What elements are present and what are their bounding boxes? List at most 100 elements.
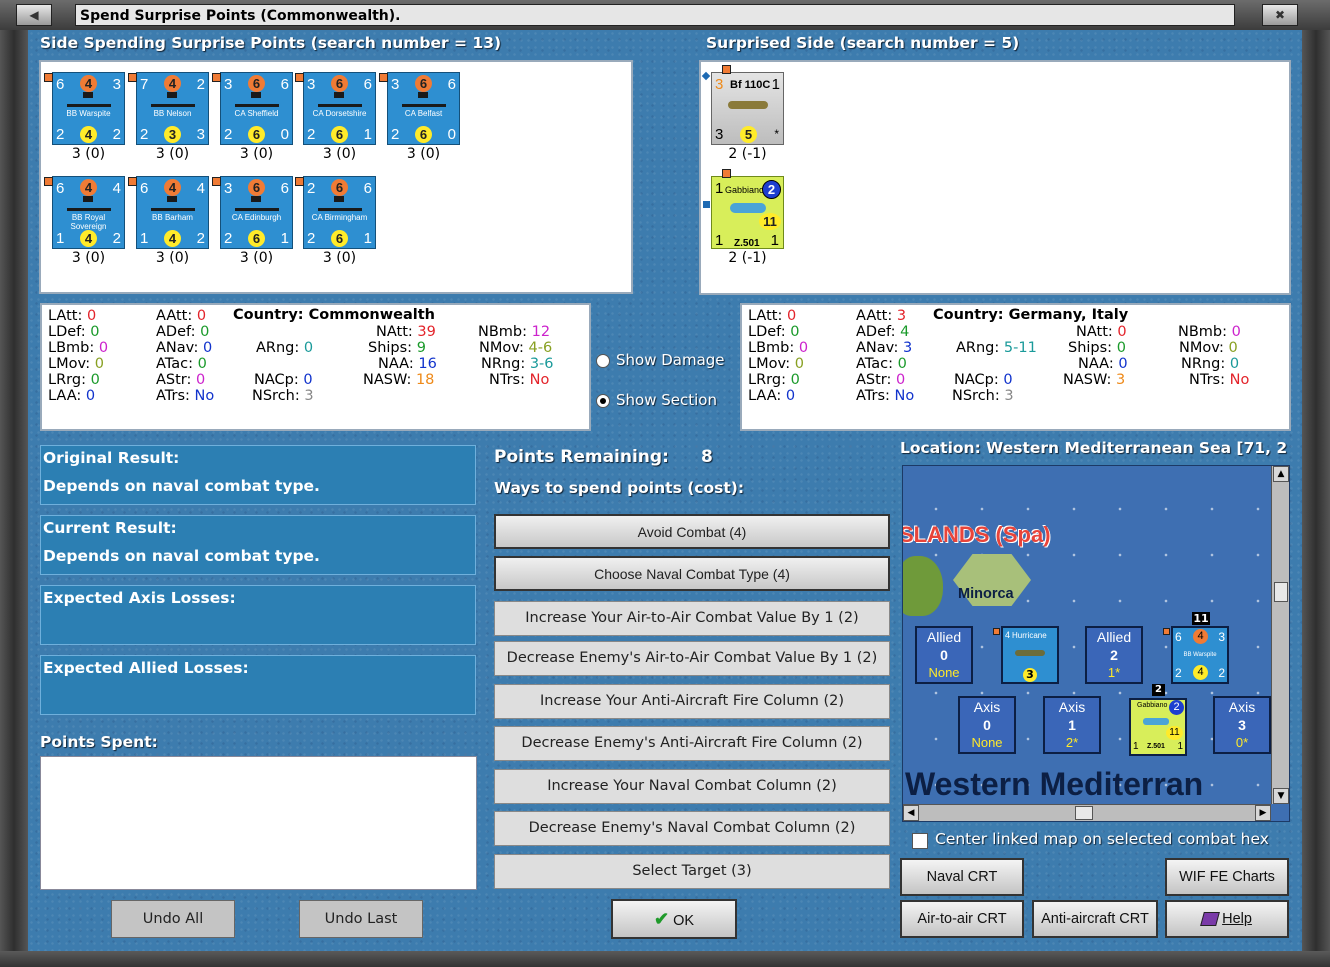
unit-bottom-center: 4 <box>80 126 97 143</box>
unit-counter[interactable]: 2 6 6 CA Birmingham 2 6 1 3 (0) <box>303 176 376 266</box>
unit-bottom-left: 2 <box>224 126 233 143</box>
unit-top-left: 3 <box>224 76 233 93</box>
axis-box[interactable]: Axis 3 0* <box>1213 696 1271 754</box>
unit-top-right: 6 <box>447 76 456 93</box>
system-menu-button[interactable]: ◀ <box>16 4 52 26</box>
show-damage-label[interactable]: Show Damage <box>616 351 725 369</box>
axis-box[interactable]: Axis 1 2* <box>1043 696 1101 754</box>
warspite-bl: 2 <box>1175 666 1182 680</box>
spend-option-button[interactable]: Decrease Enemy's Air-to-Air Combat Value… <box>494 641 890 676</box>
stat-value: 0 <box>1231 324 1241 340</box>
undo-all-button[interactable]: Undo All <box>111 900 235 938</box>
stat-value: 0 <box>200 324 210 340</box>
allied-box[interactable]: Allied 0 None <box>915 626 973 684</box>
unit-counter[interactable]: 6 4 4 BB Royal Sovereign 1 4 2 3 (0) <box>52 176 125 266</box>
hurricane-name: Hurricane <box>1012 631 1047 640</box>
ship-icon <box>151 92 195 107</box>
stat-nacp: NACp: 0 <box>254 372 313 388</box>
stat-ntrs: NTrs: No <box>1189 372 1249 388</box>
spend-option-button[interactable]: Decrease Enemy's Naval Combat Column (2) <box>494 811 890 846</box>
stat-label: ANav: <box>856 340 899 356</box>
unit-counter[interactable]: 3 6 6 CA Sheffield 2 6 0 3 (0) <box>220 72 293 162</box>
unit-counter[interactable]: 3 6 6 CA Belfast 2 6 0 3 (0) <box>387 72 460 162</box>
undo-last-button[interactable]: Undo Last <box>299 900 423 938</box>
show-section-radio[interactable] <box>596 394 610 408</box>
unit-bottom-left: 2 <box>56 126 65 143</box>
spend-option-button[interactable]: Choose Naval Combat Type (4) <box>494 556 890 591</box>
anti-aircraft-crt-button[interactable]: Anti-aircraft CRT <box>1032 900 1158 938</box>
hurricane-counter[interactable]: 4 Hurricane 3 <box>1001 626 1059 684</box>
stat-arng: ARng: 0 <box>256 340 313 356</box>
spend-option-button[interactable]: Select Target (3) <box>494 854 890 889</box>
gabbiano-tc: 2 <box>1169 700 1184 715</box>
stat-value: 0 <box>790 372 800 388</box>
linked-map[interactable]: SLANDS (Spa) Minorca Allied 0 None 4 Hur… <box>902 465 1290 822</box>
center-map-checkbox[interactable] <box>912 833 928 849</box>
help-book-icon <box>1200 912 1220 927</box>
points-spent-list[interactable] <box>40 756 477 890</box>
unit-bottom-right: 0 <box>447 126 456 143</box>
map-horizontal-scrollbar[interactable]: ◀ ▶ <box>903 804 1271 821</box>
unit-counter[interactable]: 6 4 3 BB Warspite 2 4 2 3 (0) <box>52 72 125 162</box>
unit-top-left: 3 <box>224 180 233 197</box>
spend-option-button[interactable]: Decrease Enemy's Anti-Aircraft Fire Colu… <box>494 726 890 761</box>
spend-option-button[interactable]: Increase Your Naval Combat Column (2) <box>494 769 890 804</box>
center-map-label[interactable]: Center linked map on selected combat hex <box>935 830 1269 848</box>
scroll-up-icon[interactable]: ▲ <box>1273 466 1289 482</box>
window-title: Spend Surprise Points (Commonwealth). <box>75 4 1235 26</box>
warspite-tc: 4 <box>1193 629 1208 644</box>
map-vertical-scrollbar[interactable]: ▲ ▼ <box>1271 466 1289 804</box>
stat-aatt: AAtt: 0 <box>156 308 206 324</box>
spend-option-button[interactable]: Increase Your Air-to-Air Combat Value By… <box>494 601 890 636</box>
show-section-label[interactable]: Show Section <box>616 391 717 409</box>
ok-button[interactable]: ✔ OK <box>611 899 737 939</box>
stat-label: LBmb: <box>48 340 95 356</box>
unit-counter[interactable]: 3 6 6 CA Edinburgh 2 6 1 3 (0) <box>220 176 293 266</box>
scroll-left-icon[interactable]: ◀ <box>903 805 919 821</box>
spend-option-button[interactable]: Avoid Combat (4) <box>494 514 890 549</box>
naval-crt-button[interactable]: Naval CRT <box>900 858 1024 896</box>
stat-label: NASW: <box>1063 372 1112 388</box>
stat-atrs: ATrs: No <box>156 388 214 404</box>
close-button[interactable]: ✖ <box>1262 4 1298 26</box>
unit-counter[interactable]: 3 6 6 CA Dorsetshire 2 6 1 3 (0) <box>303 72 376 162</box>
unit-bottom-left: 1 <box>140 230 149 247</box>
unit-gabbiano[interactable]: 1 Gabbiano 2 11 1 Z.501 1 2 (-1) <box>711 176 784 266</box>
vertical-scroll-thumb[interactable] <box>1274 582 1288 602</box>
unit-counter[interactable]: 7 4 2 BB Nelson 2 3 3 3 (0) <box>136 72 209 162</box>
points-remaining-label: Points Remaining: <box>494 447 669 467</box>
ship-icon <box>151 196 195 211</box>
island-shape <box>903 556 943 616</box>
air-to-air-crt-button[interactable]: Air-to-air CRT <box>900 900 1024 938</box>
show-damage-radio[interactable] <box>596 354 610 368</box>
stat-label: AAtt: <box>156 308 193 324</box>
unit-marker <box>722 65 731 74</box>
wif-fe-charts-button[interactable]: WIF FE Charts <box>1165 858 1289 896</box>
gabbiano-counter[interactable]: Gabbiano 2 11 1 Z.501 1 <box>1129 698 1187 756</box>
scroll-right-icon[interactable]: ▶ <box>1255 805 1271 821</box>
warspite-counter[interactable]: 6 4 3 BB Warspite 2 4 2 <box>1171 626 1229 684</box>
unit-bf110c[interactable]: 3 Bf 110C 1 3 5 * 2 (-1) <box>711 72 784 162</box>
stat-value: 3 <box>1004 388 1014 404</box>
stat-atac: ATac: 0 <box>856 356 907 372</box>
stat-value: 16 <box>418 356 437 372</box>
aircraft-icon <box>1015 650 1045 656</box>
unit-bottom-left: 2 <box>224 230 233 247</box>
axis-box[interactable]: Axis 0 None <box>958 696 1016 754</box>
stat-label: AAtt: <box>856 308 893 324</box>
warspite-bc: 4 <box>1193 665 1208 680</box>
stat-value: 0 <box>1118 356 1128 372</box>
stat-latt: LAtt: 0 <box>748 308 796 324</box>
unit-value: 3 (0) <box>406 146 441 162</box>
stat-adef: ADef: 0 <box>156 324 209 340</box>
allied-box[interactable]: Allied 2 1* <box>1085 626 1143 684</box>
spend-option-button[interactable]: Increase Your Anti-Aircraft Fire Column … <box>494 684 890 719</box>
unit-counter[interactable]: 6 4 4 BB Barham 1 4 2 3 (0) <box>136 176 209 266</box>
horizontal-scroll-thumb[interactable] <box>1075 806 1093 820</box>
stat-natt: NAtt: 39 <box>376 324 436 340</box>
unit-top-right: 1 <box>771 76 780 93</box>
scroll-down-icon[interactable]: ▼ <box>1273 788 1289 804</box>
title-bar[interactable]: ◀ Spend Surprise Points (Commonwealth). … <box>0 0 1330 30</box>
help-label: Help <box>1222 911 1252 927</box>
help-button[interactable]: Help <box>1165 900 1289 938</box>
